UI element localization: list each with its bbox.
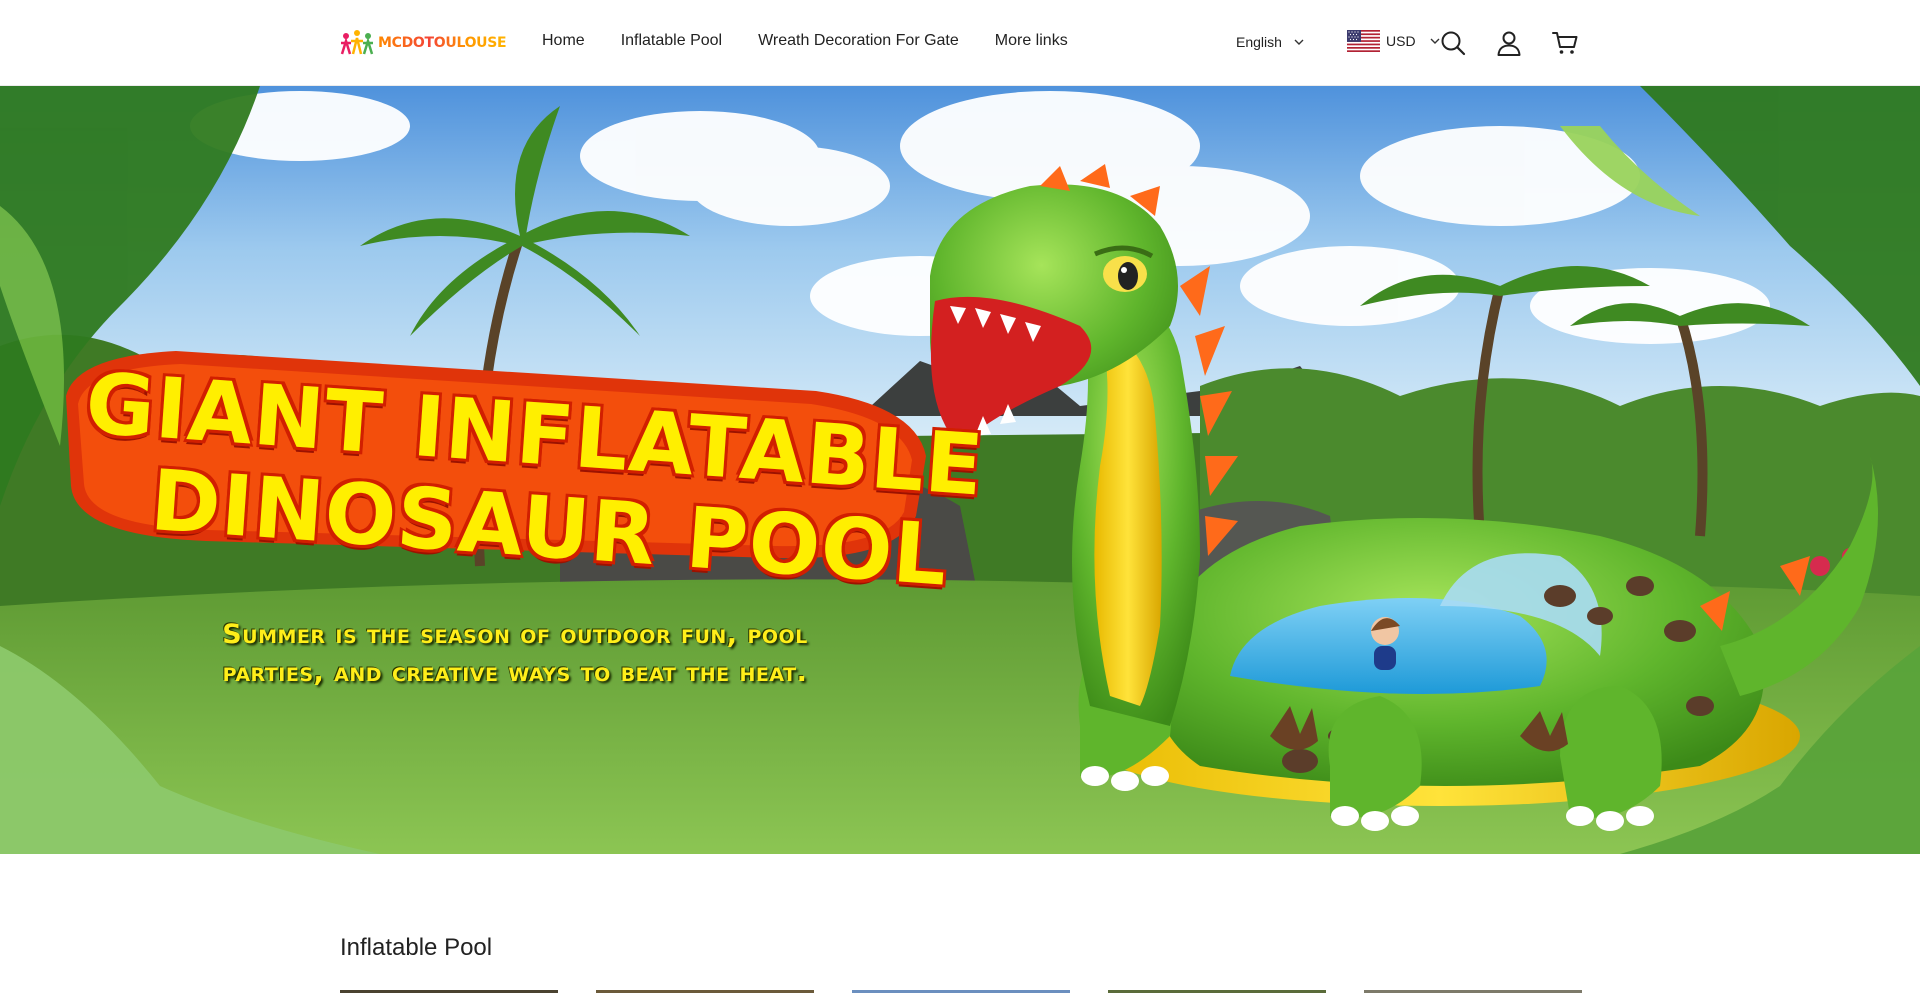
site-header: MCDOTOULOUSE Home Inflatable Pool Wreath… — [0, 0, 1920, 86]
hero-subtitle: Summer is the season of outdoor fun, poo… — [95, 616, 935, 692]
account-button[interactable] — [1494, 28, 1524, 58]
hero-subtitle-line1: Summer is the season of outdoor fun, poo… — [222, 619, 808, 650]
search-button[interactable] — [1438, 28, 1468, 58]
search-icon — [1441, 31, 1466, 56]
currency-label: USD — [1386, 33, 1416, 49]
brand-logo[interactable]: MCDOTOULOUSE — [340, 28, 507, 58]
language-label: English — [1236, 34, 1282, 50]
cart-icon — [1552, 32, 1578, 54]
nav-item-inflatable-pool[interactable]: Inflatable Pool — [621, 32, 722, 50]
nav-item-home[interactable]: Home — [542, 32, 585, 50]
logo-text: MCDOTOULOUSE — [378, 35, 507, 51]
us-flag-icon — [1347, 30, 1380, 52]
cart-button[interactable] — [1550, 28, 1580, 58]
nav-item-wreath-decoration[interactable]: Wreath Decoration For Gate — [758, 32, 959, 50]
chevron-down-icon — [1294, 39, 1304, 45]
account-icon — [1497, 31, 1521, 56]
hero-banner[interactable]: GIANT INFLATABLE DINOSAUR POOL Summer is… — [0, 86, 1920, 854]
language-selector[interactable]: English — [1236, 34, 1304, 50]
logo-figures-icon — [340, 30, 374, 55]
main-nav: Home Inflatable Pool Wreath Decoration F… — [542, 32, 1104, 50]
hero-title-badge: GIANT INFLATABLE DINOSAUR POOL — [56, 336, 987, 605]
nav-item-more-links[interactable]: More links — [995, 32, 1068, 50]
section-title: Inflatable Pool — [340, 934, 493, 961]
currency-selector[interactable]: USD — [1347, 30, 1440, 52]
hero-subtitle-line2: parties, and creative ways to beat the h… — [222, 657, 808, 688]
